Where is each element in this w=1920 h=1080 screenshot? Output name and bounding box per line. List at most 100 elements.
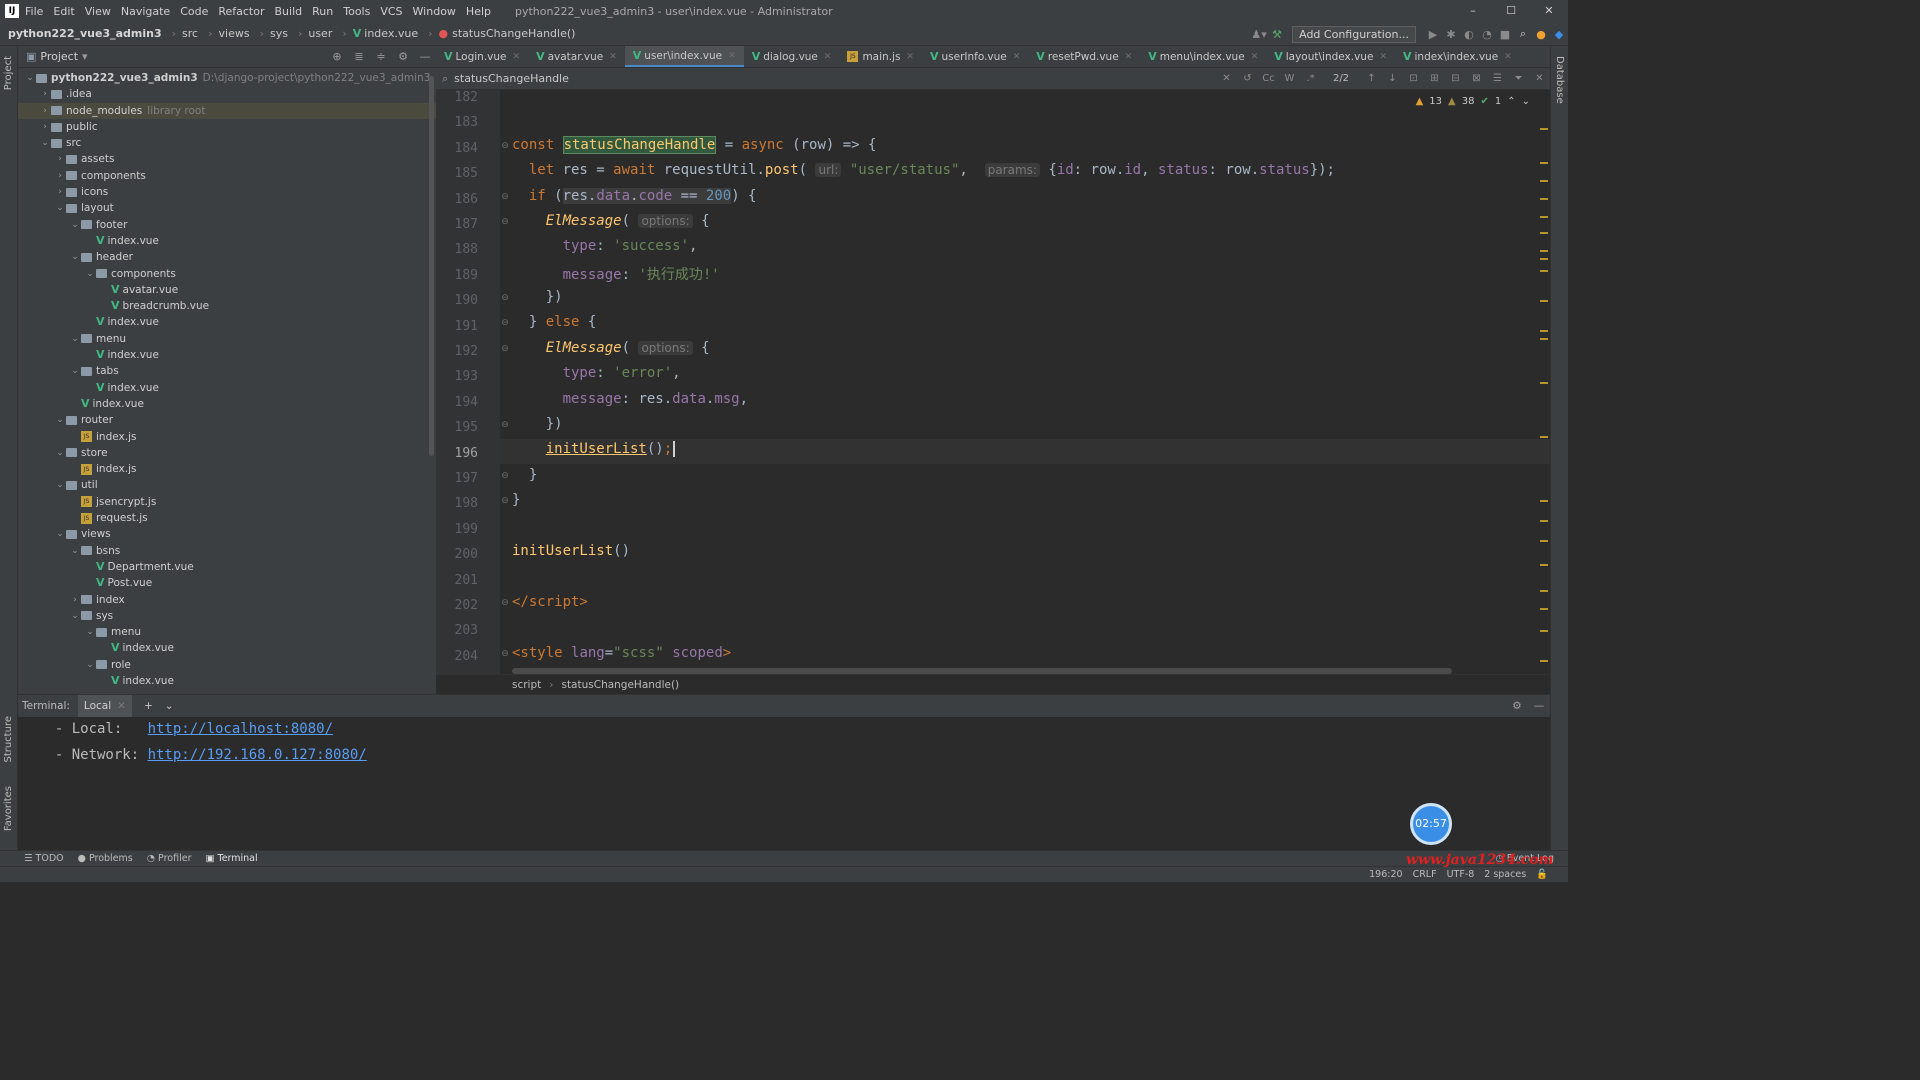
user-icon[interactable]: ♟▾	[1250, 28, 1268, 41]
error-stripe-mark[interactable]	[1540, 270, 1548, 272]
fold-marker-icon[interactable]: ⊖	[500, 496, 510, 506]
close-find-icon[interactable]: ✕	[1529, 73, 1550, 84]
tree-item[interactable]: ⌄ bsns	[18, 543, 436, 559]
network-url-link[interactable]: http://192.168.0.127:8080/	[148, 747, 367, 763]
tree-item[interactable]: ⌄ menu	[18, 331, 436, 347]
locate-icon[interactable]: ⊕	[326, 50, 348, 63]
close-tab-icon[interactable]: ✕	[1504, 46, 1512, 68]
tree-item[interactable]: JS index.js	[18, 461, 436, 477]
error-stripe-mark[interactable]	[1540, 250, 1548, 252]
add-selection-icon[interactable]: ⊞	[1424, 73, 1445, 84]
clear-search-icon[interactable]: ✕	[1216, 73, 1237, 84]
chevron-down-icon[interactable]: ⌄	[69, 217, 81, 233]
editor-tab[interactable]: VresetPwd.vue ✕	[1028, 46, 1140, 67]
search-icon[interactable]: ⌕	[1514, 27, 1532, 41]
tree-item[interactable]: Vindex.vue	[18, 347, 436, 363]
chevron-down-icon[interactable]: ⌄	[54, 412, 66, 428]
tree-item[interactable]: Vavatar.vue	[18, 282, 436, 298]
todo-tab[interactable]: ☰ TODO	[24, 853, 64, 864]
fold-marker-icon[interactable]: ⊖	[500, 420, 510, 430]
fold-marker-icon[interactable]: ⊖	[500, 471, 510, 481]
menu-run[interactable]: Run	[312, 5, 333, 18]
line-number[interactable]: 190	[436, 293, 478, 308]
error-stripe-mark[interactable]	[1540, 180, 1548, 182]
line-number[interactable]: 182	[436, 90, 478, 105]
menu-view[interactable]: View	[85, 5, 111, 18]
editor-tab[interactable]: Vlayout\index.vue ✕	[1266, 46, 1395, 67]
chevron-down-icon[interactable]: ⌄	[84, 266, 96, 282]
terminal-hide-icon[interactable]: —	[1528, 700, 1550, 712]
chevron-down-icon[interactable]: ⌄	[54, 445, 66, 461]
next-highlight-icon[interactable]: ⌄	[1522, 96, 1530, 107]
chevron-down-icon[interactable]: ⌄	[54, 526, 66, 542]
line-number[interactable]: 196	[436, 446, 478, 461]
tree-item[interactable]: JS request.js	[18, 510, 436, 526]
debug-icon[interactable]: ✱	[1442, 28, 1460, 41]
tree-item[interactable]: ⌄ role	[18, 657, 436, 673]
line-number[interactable]: 189	[436, 268, 478, 283]
next-match-icon[interactable]: ↓	[1382, 73, 1403, 84]
line-number[interactable]: 185	[436, 166, 478, 181]
tree-item[interactable]: V Post.vue	[18, 575, 436, 591]
tree-item[interactable]: Vindex.vue	[18, 396, 436, 412]
new-terminal-icon[interactable]: +	[144, 700, 153, 712]
local-url-link[interactable]: http://localhost:8080/	[148, 721, 333, 737]
chevron-right-icon[interactable]: ›	[54, 151, 66, 167]
tree-item[interactable]: › index	[18, 592, 436, 608]
prev-match-icon[interactable]: ↑	[1361, 73, 1382, 84]
tree-item[interactable]: ⌄ menu	[18, 624, 436, 640]
line-number[interactable]: 191	[436, 319, 478, 334]
line-number[interactable]: 202	[436, 598, 478, 613]
editor-tab[interactable]: Vindex\index.vue ✕	[1395, 46, 1520, 67]
chevron-down-icon[interactable]: ⌄	[39, 135, 51, 151]
close-tab-icon[interactable]: ✕	[824, 46, 832, 68]
line-number[interactable]: 193	[436, 369, 478, 384]
file-encoding[interactable]: UTF-8	[1447, 869, 1475, 880]
editor-tab[interactable]: V Login.vue ✕	[436, 46, 528, 67]
chevron-right-icon[interactable]: ›	[39, 86, 51, 102]
tree-item[interactable]: ⌄ python222_vue3_admin3 D:\django-project\…	[18, 70, 436, 86]
tree-item[interactable]: ⌄ util	[18, 477, 436, 493]
stop-icon[interactable]: ■	[1496, 28, 1514, 41]
chevron-right-icon[interactable]: ›	[39, 119, 51, 135]
menu-build[interactable]: Build	[275, 5, 303, 18]
maximize-icon[interactable]: ☐	[1492, 0, 1530, 22]
chevron-down-icon[interactable]: ⌄	[69, 249, 81, 265]
error-stripe-mark[interactable]	[1540, 258, 1548, 260]
close-tab-icon[interactable]: ✕	[1125, 46, 1133, 68]
chevron-right-icon[interactable]: ›	[69, 592, 81, 608]
menu-vcs[interactable]: VCS	[380, 5, 402, 18]
close-tab-icon[interactable]: ✕	[1379, 46, 1387, 68]
error-stripe-mark[interactable]	[1540, 660, 1548, 662]
favorites-toolwindow-tab[interactable]: Favorites	[3, 786, 14, 831]
plugin-icon[interactable]: ◆	[1550, 28, 1568, 41]
line-number[interactable]: 183	[436, 115, 478, 130]
line-number[interactable]: 192	[436, 344, 478, 359]
tree-item[interactable]: ⌄ sys	[18, 608, 436, 624]
tree-item[interactable]: Vindex.vue	[18, 673, 436, 689]
fold-marker-icon[interactable]: ⊖	[500, 598, 510, 608]
project-scrollbar[interactable]	[429, 76, 434, 456]
chevron-down-icon[interactable]: ⌄	[54, 200, 66, 216]
tree-item[interactable]: ⌄ layout	[18, 200, 436, 216]
error-stripe-mark[interactable]	[1540, 608, 1548, 610]
menu-tools[interactable]: Tools	[343, 5, 370, 18]
tree-item[interactable]: Vindex.vue	[18, 380, 436, 396]
tree-item[interactable]: JS index.js	[18, 429, 436, 445]
tree-item[interactable]: ⌄ src	[18, 135, 436, 151]
menu-edit[interactable]: Edit	[53, 5, 74, 18]
line-number[interactable]: 203	[436, 623, 478, 638]
regex-icon[interactable]: .*	[1300, 73, 1321, 84]
tree-item[interactable]: ⌄ components	[18, 266, 436, 282]
nav-crumb-project[interactable]: python222_vue3_admin3	[8, 27, 162, 40]
inspection-widget[interactable]: ▲ 13 ▲ 38 ✔ 1 ⌃ ⌄	[1410, 96, 1530, 107]
find-input[interactable]: statusChangeHandle	[454, 72, 569, 85]
tree-item[interactable]: ⌄ store	[18, 445, 436, 461]
error-stripe-mark[interactable]	[1540, 630, 1548, 632]
line-number[interactable]: 186	[436, 192, 478, 207]
tree-item[interactable]: › node_modules library root	[18, 102, 436, 119]
fold-marker-icon[interactable]: ⊖	[500, 649, 510, 659]
project-view-selector[interactable]: Project	[40, 50, 78, 63]
chevron-right-icon[interactable]: ›	[39, 103, 51, 119]
editor-tab[interactable]: Vavatar.vue ✕	[528, 46, 625, 67]
